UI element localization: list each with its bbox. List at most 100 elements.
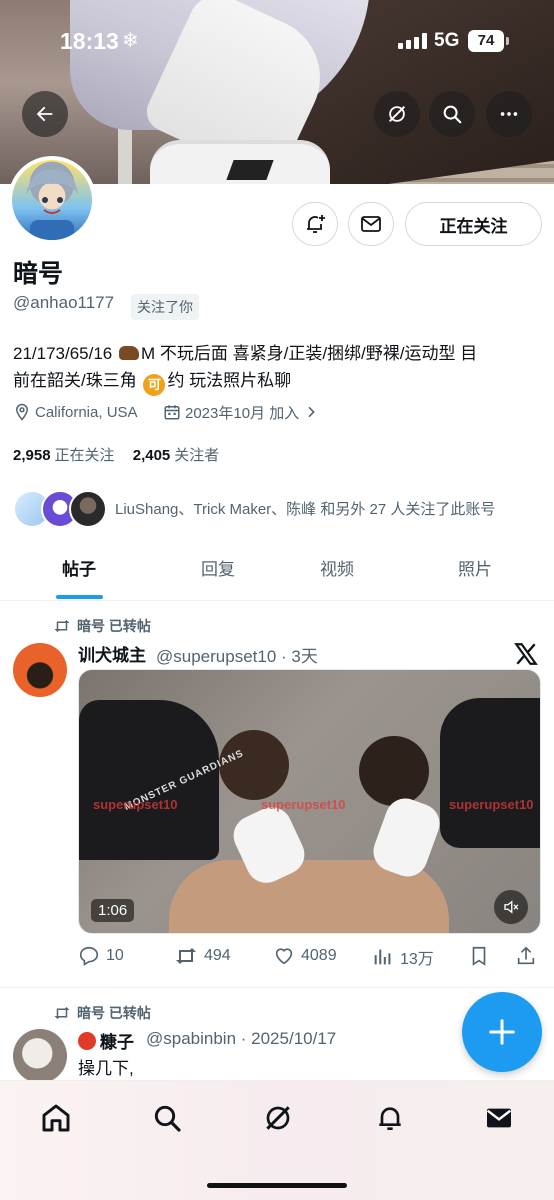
following-button[interactable]: 正在关注 <box>405 202 542 246</box>
tab-videos[interactable]: 视频 <box>287 546 387 601</box>
like-count: 4089 <box>301 947 337 964</box>
search-button[interactable] <box>429 91 475 137</box>
retweet-icon <box>54 620 70 632</box>
battery-level: 74 <box>468 30 504 52</box>
calendar-icon <box>164 405 180 420</box>
video-person-right <box>440 698 540 848</box>
post-video[interactable]: MONSTER GUARDIANS superupset10 superupse… <box>78 669 541 934</box>
post-author-handle[interactable]: @spabinbin · 2025/10/17 <box>146 1029 336 1049</box>
home-icon <box>42 1104 70 1132</box>
retweet-label: 暗号 已转帖 <box>53 1003 151 1023</box>
followers-count: 2,405 <box>132 447 171 464</box>
mail-icon <box>361 216 381 232</box>
nav-explore[interactable] <box>147 1098 187 1138</box>
network-type: 5G <box>434 30 460 51</box>
search-icon <box>443 105 462 124</box>
retweet-label: 暗号 已转帖 <box>53 616 151 636</box>
grok-button[interactable] <box>374 91 420 137</box>
followers-label: 关注者 <box>174 447 220 464</box>
compose-button[interactable] <box>462 992 542 1072</box>
active-tab-indicator <box>56 595 103 599</box>
video-duration: 1:06 <box>91 899 135 922</box>
retweet-text: 暗号 已转帖 <box>77 618 151 634</box>
back-arrow-icon <box>36 106 53 122</box>
grok-nav-icon <box>266 1106 290 1130</box>
post-author-handle[interactable]: @superupset10 · 3天 <box>156 642 318 667</box>
grok-icon <box>388 105 406 123</box>
video-watermark: superupset10 <box>449 797 534 812</box>
profile-location: California, USA <box>13 401 138 423</box>
following-link[interactable]: 2,958 正在关注 <box>13 447 115 464</box>
x-logo-icon <box>514 643 538 665</box>
mutual-avatar <box>69 490 107 528</box>
nav-home[interactable] <box>36 1098 76 1138</box>
share-action[interactable] <box>515 945 537 967</box>
video-watermark: superupset10 <box>93 797 178 812</box>
more-icon <box>500 112 518 116</box>
nav-grok[interactable] <box>258 1098 298 1138</box>
followers-link[interactable]: 2,405 关注者 <box>133 447 220 464</box>
notification-plus-icon <box>307 215 325 233</box>
snowflake-icon: ❄ <box>122 30 139 52</box>
signal-icon <box>398 33 427 49</box>
post-author-avatar[interactable] <box>13 1029 67 1083</box>
back-button[interactable] <box>22 91 68 137</box>
post-divider <box>0 987 554 988</box>
share-icon <box>517 946 535 965</box>
joined-text: 2023年10月 加入 <box>185 404 300 422</box>
bell-icon <box>379 1107 401 1130</box>
post-author-name[interactable]: 糠子 <box>78 1028 134 1053</box>
views-icon <box>374 949 391 965</box>
video-head-right <box>359 736 429 806</box>
repost-action[interactable]: 494 <box>174 945 231 967</box>
mutuals-text[interactable]: LiuShang、Trick Maker、陈峰 和另外 27 人关注了此账号 <box>115 498 495 519</box>
tab-replies[interactable]: 回复 <box>168 546 268 601</box>
home-indicator <box>207 1183 347 1188</box>
following-label: 正在关注 <box>54 447 115 464</box>
profile-handle: @anhao1177 <box>13 293 115 312</box>
views-count: 13万 <box>400 951 434 968</box>
follows-you-badge: 关注了你 <box>131 294 199 320</box>
reply-icon <box>79 946 99 966</box>
views-action[interactable]: 13万 <box>372 945 434 969</box>
post-author-name[interactable]: 训犬城主 <box>78 641 146 666</box>
reply-action[interactable]: 10 <box>78 945 124 967</box>
ox-emoji-icon <box>118 346 139 360</box>
bookmark-icon <box>472 946 486 966</box>
profile-joined[interactable]: 2023年10月 加入 <box>163 401 323 423</box>
retweet-text: 暗号 已转帖 <box>77 1005 151 1021</box>
banner-shoe-logo <box>226 160 274 180</box>
tomato-emoji-icon <box>78 1031 96 1050</box>
location-icon <box>15 403 29 421</box>
retweet-icon <box>54 1007 70 1019</box>
bookmark-action[interactable] <box>468 945 490 967</box>
profile-avatar[interactable] <box>8 156 96 244</box>
tab-photos[interactable]: 照片 <box>425 546 525 601</box>
following-count: 2,958 <box>13 447 51 464</box>
post-source <box>513 641 539 672</box>
location-text: California, USA <box>35 403 138 421</box>
battery-cap <box>506 37 509 45</box>
post-author-avatar[interactable] <box>13 643 67 697</box>
message-button[interactable] <box>348 202 394 246</box>
mute-button[interactable] <box>494 890 528 924</box>
like-icon <box>275 948 293 965</box>
reply-count: 10 <box>106 947 124 964</box>
more-button[interactable] <box>486 91 532 137</box>
repost-count: 494 <box>204 947 231 964</box>
tab-posts[interactable]: 帖子 <box>29 546 129 601</box>
author-name-text: 糠子 <box>100 1033 134 1052</box>
repost-icon <box>176 948 196 964</box>
like-action[interactable]: 4089 <box>273 945 337 967</box>
profile-tabs: 帖子 回复 视频 照片 <box>0 546 554 601</box>
explore-icon <box>154 1105 181 1132</box>
mute-icon <box>504 900 519 914</box>
profile-name: 暗号 <box>13 260 64 288</box>
nav-notifications[interactable] <box>370 1098 410 1138</box>
plus-icon <box>489 1019 515 1045</box>
bio-text-1a: 21/173/65/16 <box>13 344 117 363</box>
profile-bio: 21/173/65/16 M 不玩后面 喜紧身/正装/捆绑/野裸/运动型 目 前… <box>13 340 543 396</box>
nav-messages[interactable] <box>479 1098 519 1138</box>
notify-button[interactable] <box>292 202 338 246</box>
bio-text-2a: 前在韶关/珠三角 <box>13 371 142 390</box>
